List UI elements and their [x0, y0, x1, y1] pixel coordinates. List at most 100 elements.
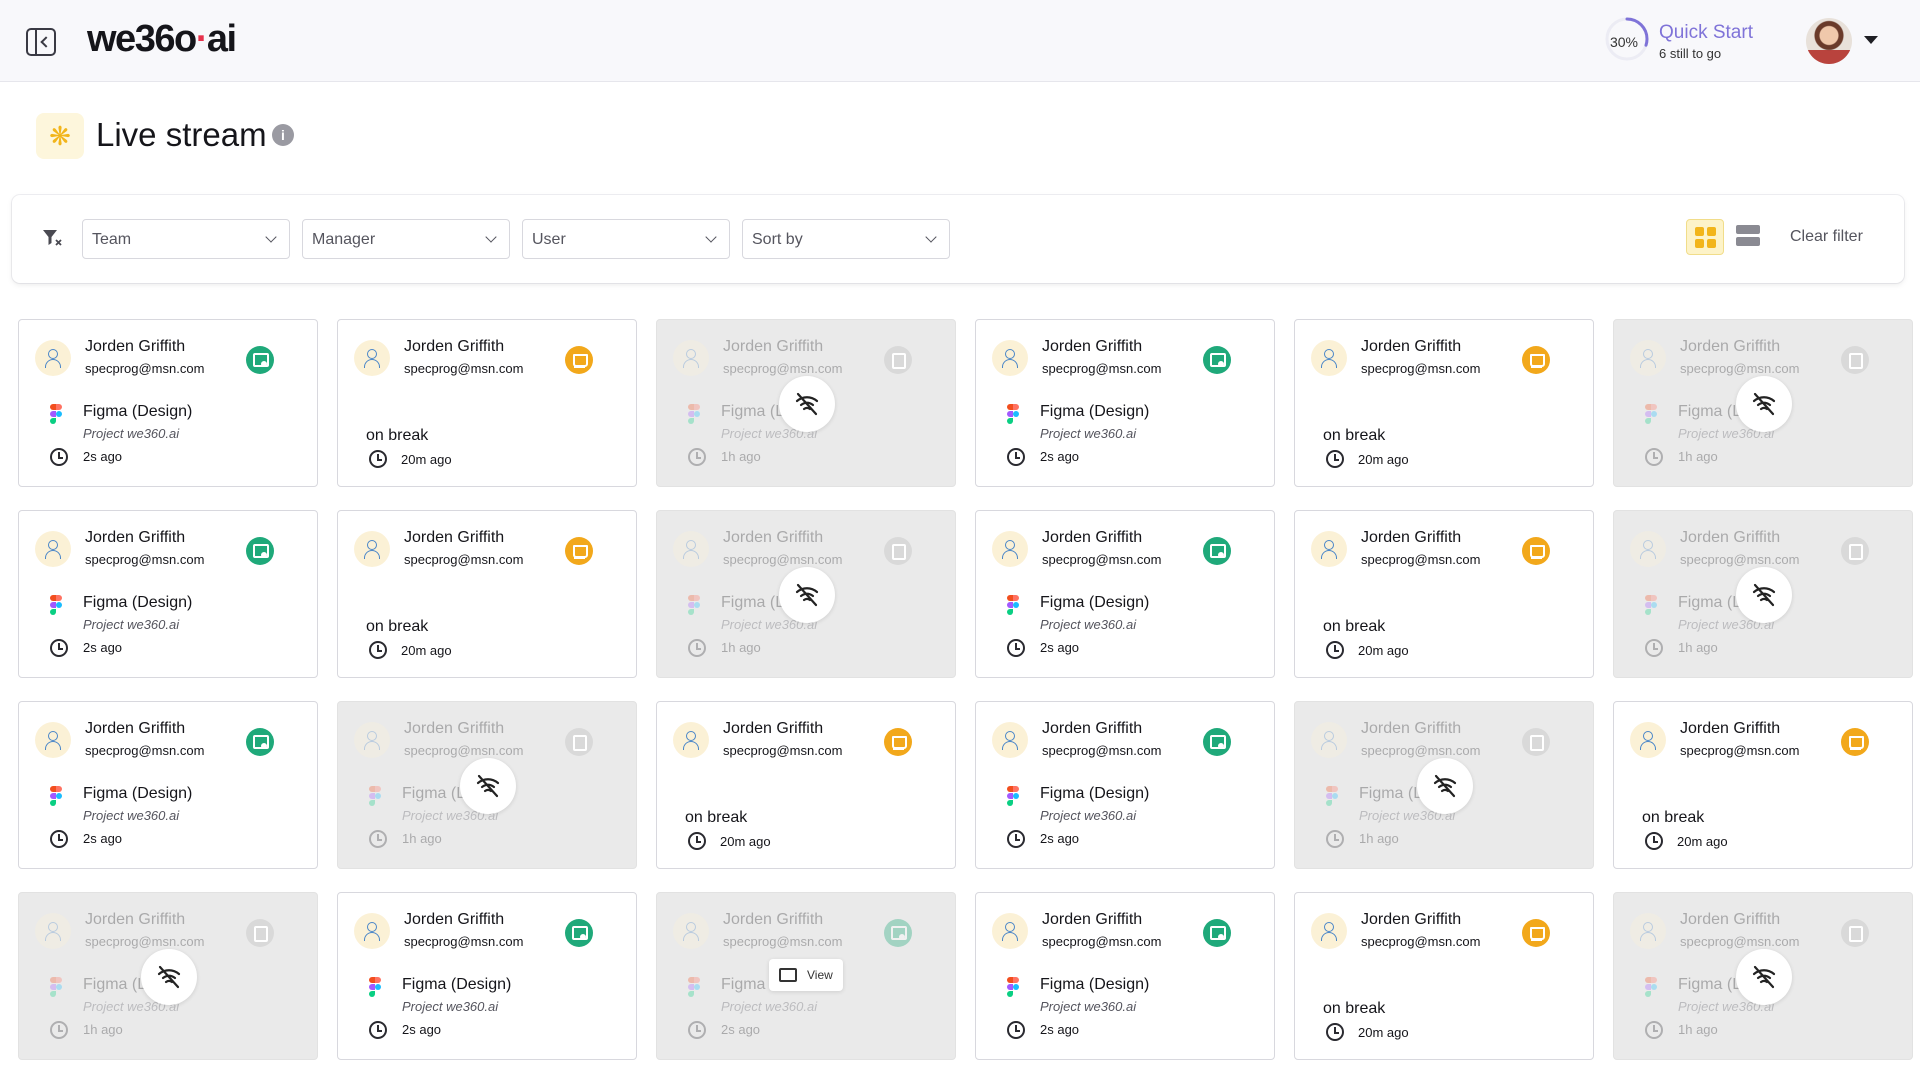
employee-card[interactable]: Jorden Griffith specprog@msn.com Figma (L P…: [1613, 319, 1913, 487]
employee-name: Jorden Griffith: [1680, 911, 1781, 928]
no-connection-icon: [1736, 376, 1792, 432]
clock-icon: [688, 832, 706, 850]
figma-icon: [1645, 404, 1657, 424]
active-app: Figma (Design): [1040, 785, 1150, 802]
employee-card[interactable]: Jorden Griffith specprog@msn.com Figma (L P…: [337, 701, 637, 869]
break-status-icon: [1841, 728, 1869, 756]
manager-dropdown[interactable]: Manager: [302, 219, 510, 259]
break-status-icon: [1522, 919, 1550, 947]
chevron-down-icon[interactable]: [1864, 36, 1878, 44]
project-name: Project we360.ai: [1040, 426, 1137, 441]
employee-email: specprog@msn.com: [1042, 934, 1162, 949]
employee-card[interactable]: Jorden Griffith specprog@msn.com Figma Proj…: [656, 892, 956, 1060]
employee-card[interactable]: Jorden Griffith specprog@msn.com Figma (De…: [18, 701, 318, 869]
quick-start-link[interactable]: Quick Start: [1659, 22, 1753, 44]
user-avatar-icon: [992, 531, 1028, 567]
active-app: Figma (Design): [83, 594, 193, 611]
team-dropdown[interactable]: Team: [82, 219, 290, 259]
last-seen-time: 1h ago: [1678, 640, 1718, 655]
employee-card[interactable]: Jorden Griffith specprog@msn.com on break 2…: [1294, 510, 1594, 678]
active-app: Figma (L: [402, 785, 466, 802]
employee-email: specprog@msn.com: [404, 743, 524, 758]
user-avatar-icon: [673, 531, 709, 567]
active-app: Figma (L: [1678, 594, 1742, 611]
offline-status-icon: [1841, 919, 1869, 947]
employee-card[interactable]: Jorden Griffith specprog@msn.com Figma (De…: [18, 319, 318, 487]
employee-card[interactable]: Jorden Griffith specprog@msn.com on break 2…: [656, 701, 956, 869]
no-connection-icon: [779, 376, 835, 432]
employee-card[interactable]: Jorden Griffith specprog@msn.com Figma (L P…: [1613, 892, 1913, 1060]
profile-avatar[interactable]: [1806, 18, 1852, 64]
user-avatar-icon: [1311, 340, 1347, 376]
break-status-icon: [565, 537, 593, 565]
active-status-icon: [565, 919, 593, 947]
employee-card[interactable]: Jorden Griffith specprog@msn.com on break 2…: [1613, 701, 1913, 869]
active-app: Figma (L: [83, 976, 147, 993]
employee-name: Jorden Griffith: [1680, 720, 1781, 737]
employee-card[interactable]: Jorden Griffith specprog@msn.com Figma (L P…: [1613, 510, 1913, 678]
employee-card[interactable]: Jorden Griffith specprog@msn.com on break 2…: [337, 319, 637, 487]
employee-card[interactable]: Jorden Griffith specprog@msn.com Figma (De…: [337, 892, 637, 1060]
break-status: on break: [1323, 618, 1386, 635]
employee-name: Jorden Griffith: [404, 338, 505, 355]
clock-icon: [688, 448, 706, 466]
user-avatar-icon: [1630, 722, 1666, 758]
offline-status-icon: [884, 537, 912, 565]
employee-name: Jorden Griffith: [1042, 529, 1143, 546]
figma-icon: [688, 404, 700, 424]
project-name: Project we360.ai: [402, 999, 499, 1014]
last-seen-time: 20m ago: [720, 834, 771, 849]
info-icon[interactable]: i: [272, 124, 294, 146]
employee-card[interactable]: Jorden Griffith specprog@msn.com Figma (De…: [975, 319, 1275, 487]
user-avatar-icon: [35, 722, 71, 758]
employee-email: specprog@msn.com: [723, 552, 843, 567]
offline-status-icon: [1841, 537, 1869, 565]
user-dropdown[interactable]: User: [522, 219, 730, 259]
clock-icon: [1007, 1021, 1025, 1039]
employee-email: specprog@msn.com: [85, 552, 205, 567]
view-button[interactable]: View: [769, 959, 843, 991]
active-status-icon: [246, 537, 274, 565]
employee-card[interactable]: Jorden Griffith specprog@msn.com Figma (L P…: [656, 319, 956, 487]
last-seen-time: 20m ago: [1358, 1025, 1409, 1040]
employee-card[interactable]: Jorden Griffith specprog@msn.com on break 2…: [337, 510, 637, 678]
filter-icon[interactable]: [42, 228, 62, 248]
figma-icon: [1007, 786, 1019, 806]
clock-icon: [1645, 832, 1663, 850]
employee-card[interactable]: Jorden Griffith specprog@msn.com Figma (L P…: [1294, 701, 1594, 869]
employee-card[interactable]: Jorden Griffith specprog@msn.com Figma (De…: [975, 510, 1275, 678]
employee-card[interactable]: Jorden Griffith specprog@msn.com Figma (L P…: [18, 892, 318, 1060]
user-avatar-icon: [992, 722, 1028, 758]
active-app: Figma: [721, 976, 766, 993]
active-status-icon: [246, 346, 274, 374]
employee-card[interactable]: Jorden Griffith specprog@msn.com Figma (L P…: [656, 510, 956, 678]
employee-card[interactable]: Jorden Griffith specprog@msn.com Figma (De…: [975, 701, 1275, 869]
last-seen-time: 1h ago: [1678, 1022, 1718, 1037]
active-app: Figma (Design): [83, 403, 193, 420]
sort-by-dropdown[interactable]: Sort by: [742, 219, 950, 259]
employee-card[interactable]: Jorden Griffith specprog@msn.com on break 2…: [1294, 319, 1594, 487]
list-view-icon[interactable]: [1736, 223, 1762, 249]
clock-icon: [1326, 641, 1344, 659]
last-seen-time: 20m ago: [401, 643, 452, 658]
no-connection-icon: [460, 758, 516, 814]
no-connection-icon: [1736, 567, 1792, 623]
user-avatar-icon: [992, 913, 1028, 949]
employee-card[interactable]: Jorden Griffith specprog@msn.com Figma (De…: [975, 892, 1275, 1060]
employee-email: specprog@msn.com: [1361, 934, 1481, 949]
clock-icon: [369, 1021, 387, 1039]
break-status: on break: [1323, 1000, 1386, 1017]
grid-view-icon[interactable]: [1686, 219, 1724, 255]
sidebar-toggle-icon[interactable]: [26, 28, 56, 56]
last-seen-time: 1h ago: [83, 1022, 123, 1037]
logo[interactable]: we36o·ai: [87, 18, 237, 61]
employee-name: Jorden Griffith: [1361, 911, 1462, 928]
clear-filter-button[interactable]: Clear filter: [1790, 228, 1863, 246]
employee-name: Jorden Griffith: [85, 529, 186, 546]
chevron-down-icon: [925, 231, 937, 243]
employee-card[interactable]: Jorden Griffith specprog@msn.com Figma (De…: [18, 510, 318, 678]
last-seen-time: 1h ago: [721, 640, 761, 655]
employee-card[interactable]: Jorden Griffith specprog@msn.com on break 2…: [1294, 892, 1594, 1060]
figma-icon: [369, 786, 381, 806]
last-seen-time: 2s ago: [1040, 640, 1080, 655]
